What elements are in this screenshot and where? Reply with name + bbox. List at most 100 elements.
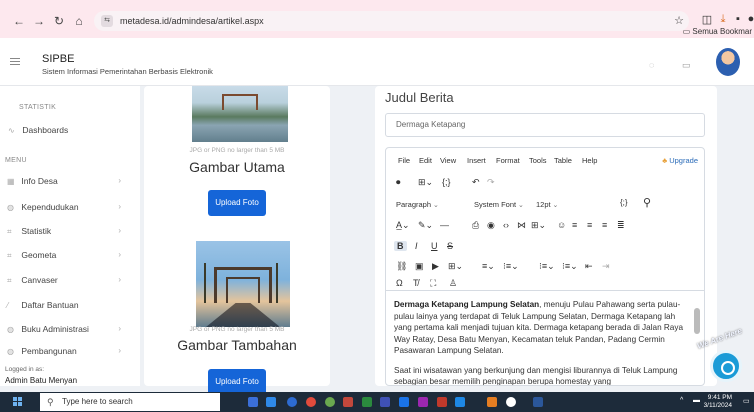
back-icon[interactable]: ←: [12, 14, 26, 28]
word-icon[interactable]: [533, 397, 543, 407]
link-icon[interactable]: ⛓: [396, 261, 407, 272]
bullet-list-icon[interactable]: ⁝≡⌄: [539, 261, 555, 272]
app-icon[interactable]: [362, 397, 372, 407]
address-bar[interactable]: ⇆ metadesa.id/admindesa/artikel.aspx: [94, 11, 689, 31]
line-height-icon[interactable]: ≡⌄: [482, 261, 495, 272]
app-icon[interactable]: [325, 397, 335, 407]
download-icon[interactable]: ⤓: [716, 13, 730, 26]
search-icon[interactable]: ⚲: [643, 196, 651, 209]
forward-icon[interactable]: →: [32, 14, 46, 28]
taskbar-search-input[interactable]: Type here to search: [40, 393, 220, 411]
mail-icon[interactable]: ▭: [682, 60, 691, 71]
underline-button[interactable]: U: [431, 241, 438, 251]
menu-insert[interactable]: Insert: [467, 156, 486, 165]
redo-icon[interactable]: ↷: [487, 177, 495, 188]
sidebar-item-buku-administrasi[interactable]: ◍ Buku Administrasi ›: [7, 320, 129, 338]
chat-help-widget[interactable]: We Are Here: [696, 326, 750, 384]
sidebar-item-pembangunan[interactable]: ◍ Pembangunan ›: [7, 342, 129, 360]
sidebar-item-statistik[interactable]: ⌗ Statistik ›: [7, 222, 129, 240]
app-icon[interactable]: [418, 397, 428, 407]
bookmarks-folder[interactable]: Semua Bookmar: [683, 27, 752, 36]
notification-center-icon[interactable]: ▭: [743, 397, 750, 405]
sidebar-item-canvaser[interactable]: ⌗ Canvaser ›: [7, 271, 129, 289]
save-icon[interactable]: ⏺: [396, 177, 401, 188]
media-icon[interactable]: ▶: [432, 261, 439, 272]
fullscreen-icon[interactable]: ⛶: [430, 278, 436, 289]
emoji-icon[interactable]: ☺: [557, 220, 566, 230]
align-center-icon[interactable]: ≡: [587, 220, 592, 230]
menu-toggle-icon[interactable]: [10, 58, 20, 65]
block-format-select[interactable]: Paragraph: [396, 198, 439, 212]
sidebar-item-daftar-bantuan[interactable]: ⁄ Daftar Bantuan: [7, 296, 129, 314]
clock[interactable]: 9:41 PM 3/11/2024: [704, 394, 732, 410]
home-icon[interactable]: ⌂: [72, 14, 86, 28]
app-icon[interactable]: [455, 397, 465, 407]
menu-file[interactable]: File: [398, 156, 410, 165]
reload-icon[interactable]: ↻: [52, 14, 66, 28]
page-break-icon[interactable]: ⋈: [517, 220, 526, 231]
code-icon[interactable]: {;}: [442, 177, 451, 187]
menu-format[interactable]: Format: [496, 156, 520, 165]
upgrade-link[interactable]: Upgrade: [662, 156, 698, 165]
app-icon[interactable]: [380, 397, 390, 407]
editor-content[interactable]: Dermaga Ketapang Lampung Selatan, menuju…: [386, 290, 704, 385]
italic-button[interactable]: I: [415, 241, 418, 251]
title-input[interactable]: Dermaga Ketapang: [385, 113, 705, 137]
network-icon[interactable]: ▬: [693, 397, 700, 404]
menu-table[interactable]: Table: [554, 156, 572, 165]
menu-edit[interactable]: Edit: [419, 156, 432, 165]
align-right-icon[interactable]: ≡: [602, 220, 607, 230]
horizontal-line-icon[interactable]: —: [440, 220, 449, 230]
sidebar-item-geometa[interactable]: ⌗ Geometa ›: [7, 246, 129, 264]
highlight-icon[interactable]: ✎⌄: [418, 220, 433, 231]
avatar[interactable]: [716, 48, 740, 76]
font-family-select[interactable]: System Font: [474, 198, 524, 212]
table-icon[interactable]: ⊞⌄: [418, 177, 433, 188]
accessibility-icon[interactable]: ♙: [449, 278, 457, 289]
app-icon[interactable]: [343, 397, 353, 407]
source-code-icon[interactable]: ‹›: [503, 220, 509, 230]
print-icon[interactable]: ⎙: [472, 220, 479, 231]
app-icon[interactable]: [399, 397, 409, 407]
chevron-up-icon[interactable]: ^: [680, 397, 683, 404]
bullet-format-icon[interactable]: ⁝≡⌄: [503, 261, 519, 272]
chrome-icon[interactable]: [306, 397, 316, 407]
outdent-icon[interactable]: ⇤: [585, 261, 593, 272]
numbered-list-icon[interactable]: ⁝≡⌄: [562, 261, 578, 272]
site-info-icon[interactable]: ⇆: [101, 15, 113, 27]
window-icon[interactable]: ▪: [731, 13, 745, 25]
clear-format-icon[interactable]: T̸: [413, 278, 419, 288]
menu-help[interactable]: Help: [582, 156, 597, 165]
menu-tools[interactable]: Tools: [529, 156, 547, 165]
app-icon[interactable]: [437, 397, 447, 407]
task-view-icon[interactable]: [248, 397, 258, 407]
sidebar-item-info-desa[interactable]: ▦ Info Desa ›: [7, 172, 129, 190]
editor-scrollbar[interactable]: [694, 308, 700, 334]
insert-table-icon[interactable]: ⊞⌄: [531, 220, 546, 231]
bold-button[interactable]: B: [394, 241, 407, 251]
indent-icon[interactable]: ⇥: [602, 261, 610, 272]
preview-icon[interactable]: ◉: [487, 220, 495, 231]
menu-view[interactable]: View: [440, 156, 456, 165]
app-icon[interactable]: [487, 397, 497, 407]
align-justify-icon[interactable]: ≣: [617, 220, 625, 231]
image-icon[interactable]: ▣: [415, 261, 424, 272]
profile-icon[interactable]: ●: [744, 13, 754, 25]
edge-icon[interactable]: [287, 397, 297, 407]
font-size-select[interactable]: 12pt: [536, 198, 558, 212]
code-sample-icon[interactable]: {;}: [620, 198, 628, 207]
text-color-icon[interactable]: A̲⌄: [396, 220, 410, 231]
undo-icon[interactable]: ↶: [472, 177, 480, 188]
strikethrough-button[interactable]: S: [447, 241, 453, 251]
align-left-icon[interactable]: ≡: [572, 220, 577, 230]
mail-app-icon[interactable]: [266, 397, 276, 407]
star-icon[interactable]: ☆: [672, 14, 686, 27]
special-char-icon[interactable]: Ω: [396, 278, 403, 288]
sidebar-item-dashboards[interactable]: ∿ Dashboards: [8, 121, 130, 139]
extensions-icon[interactable]: ◫: [700, 13, 714, 26]
app-icon[interactable]: [506, 397, 516, 407]
sidebar-item-kependudukan[interactable]: ◍ Kependudukan ›: [7, 198, 129, 216]
notification-icon[interactable]: ◌: [649, 60, 654, 70]
upload-main-image-button[interactable]: Upload Foto: [208, 190, 266, 216]
windows-start-icon[interactable]: [13, 397, 22, 406]
